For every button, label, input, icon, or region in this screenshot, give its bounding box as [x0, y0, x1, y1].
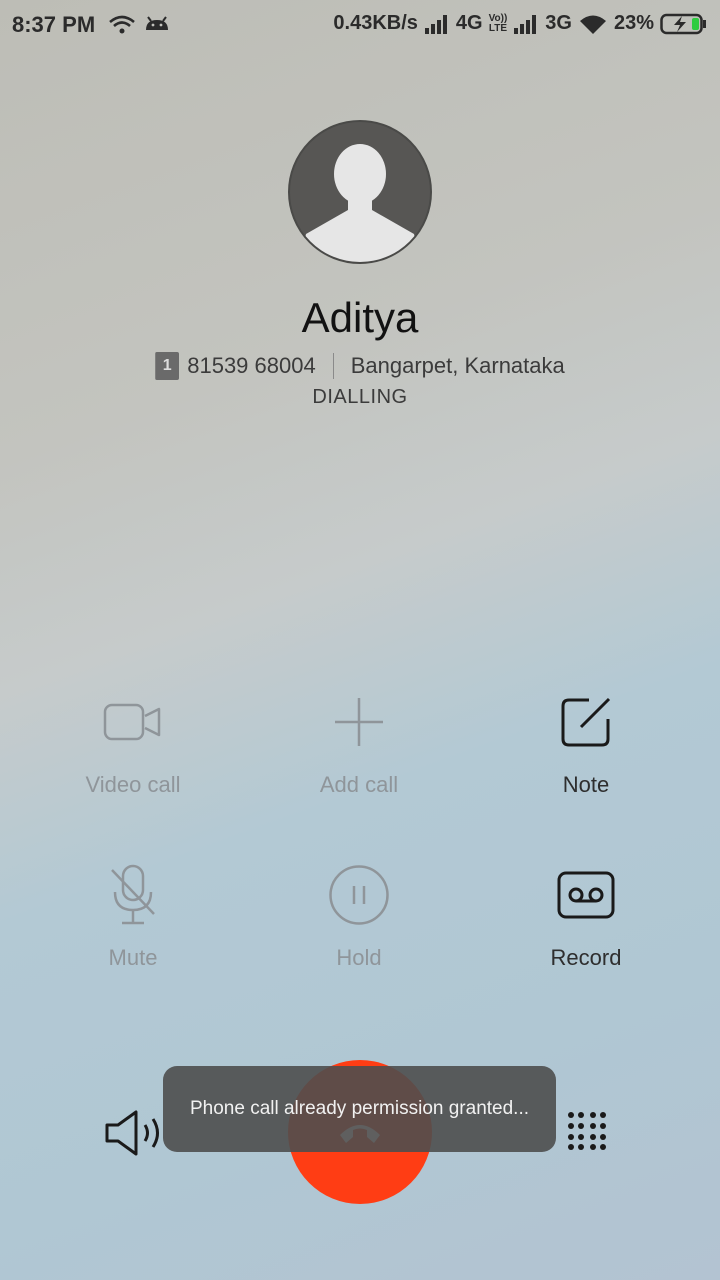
status-time: 8:37 PM — [12, 12, 96, 37]
toast-message: Phone call already permission granted... — [163, 1066, 556, 1152]
note-edit-icon — [561, 697, 611, 747]
android-icon — [146, 16, 168, 30]
wifi-icon — [109, 15, 135, 28]
pause-circle-icon — [329, 865, 389, 925]
call-status: DIALLING — [312, 386, 408, 408]
add-call-button[interactable]: Add call — [259, 692, 459, 798]
speaker-icon — [105, 1110, 159, 1156]
mute-button[interactable]: Mute — [33, 864, 233, 971]
contact-name: Aditya — [301, 294, 419, 341]
network-type-1: 4G — [455, 12, 483, 34]
volte-icon: Vo)) LTE — [488, 12, 508, 34]
contact-location: Bangarpet, Karnataka — [350, 353, 565, 378]
contact-info-row: 1 81539 68004 Bangarpet, Karnataka — [0, 352, 720, 380]
status-bar: 8:37 PM 0.43KB/s 4G Vo)) LTE 3G 23% — [0, 0, 720, 52]
sim-1-icon: 1 — [155, 352, 180, 380]
person-silhouette-icon — [300, 144, 420, 262]
video-call-button[interactable]: Video call — [33, 692, 233, 798]
contact-avatar — [288, 120, 432, 264]
record-button[interactable]: Record — [486, 865, 686, 971]
microphone-off-icon — [111, 864, 155, 925]
net-speed: 0.43KB/s — [333, 12, 418, 34]
status-left-icons — [108, 12, 178, 43]
hold-button[interactable]: Hold — [259, 865, 459, 971]
signal-icon-2 — [514, 14, 537, 34]
wifi-icon-2 — [579, 15, 606, 34]
dialpad-button[interactable] — [566, 1110, 608, 1157]
dialpad-icon — [568, 1112, 606, 1150]
add-call-label: Add call — [319, 772, 399, 797]
battery-charging-icon — [660, 13, 706, 34]
battery-percent: 23% — [613, 12, 654, 34]
voicemail-record-icon — [557, 871, 615, 919]
hold-label: Hold — [336, 945, 382, 970]
phone-number: 81539 68004 — [187, 353, 316, 378]
mute-label: Mute — [108, 945, 158, 970]
video-call-label: Video call — [85, 772, 181, 797]
toast-text: Phone call already permission granted... — [189, 1098, 530, 1119]
network-type-2: 3G — [545, 12, 572, 34]
speaker-button[interactable] — [104, 1108, 166, 1163]
record-label: Record — [550, 945, 622, 970]
signal-icon — [424, 14, 447, 34]
note-button[interactable]: Note — [486, 692, 686, 798]
plus-icon — [335, 698, 383, 746]
video-camera-icon — [103, 703, 161, 741]
note-label: Note — [562, 772, 610, 797]
info-divider — [332, 353, 334, 379]
status-right: 0.43KB/s 4G Vo)) LTE 3G 23% — [333, 12, 708, 35]
